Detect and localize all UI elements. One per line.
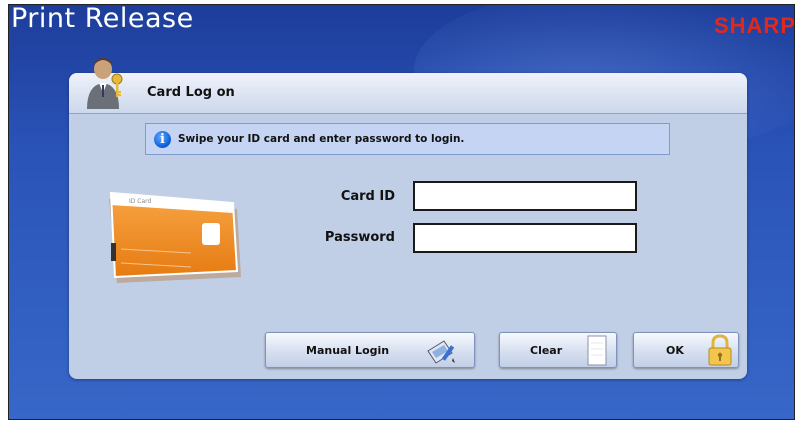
user-key-icon bbox=[87, 58, 123, 109]
info-bar: i Swipe your ID card and enter password … bbox=[145, 123, 670, 155]
card-logon-dialog: Card Log on i Swipe your ID card and ent… bbox=[69, 58, 747, 379]
card-id-label: Card ID bbox=[340, 189, 395, 204]
app-title: Print Release bbox=[11, 4, 194, 34]
info-icon: i bbox=[154, 131, 171, 148]
dialog-header: Card Log on bbox=[69, 58, 747, 114]
ok-button[interactable]: OK bbox=[633, 332, 739, 368]
card-illustration-text: ID Card bbox=[129, 198, 152, 205]
password-label: Password bbox=[324, 230, 395, 245]
clear-label: Clear bbox=[530, 344, 563, 357]
manual-login-button[interactable]: Manual Login bbox=[265, 332, 475, 368]
card-pen-icon bbox=[427, 340, 455, 364]
info-message: Swipe your ID card and enter password to… bbox=[178, 133, 465, 145]
ok-label: OK bbox=[666, 344, 684, 357]
print-release-screen: Print Release SHARP Card Log on i Swipe … bbox=[8, 4, 795, 420]
password-input[interactable] bbox=[413, 223, 637, 253]
clear-button[interactable]: Clear bbox=[499, 332, 617, 368]
card-id-input[interactable] bbox=[413, 181, 637, 211]
padlock-icon bbox=[708, 334, 732, 366]
blank-page-icon bbox=[587, 335, 607, 366]
manual-login-label: Manual Login bbox=[306, 344, 390, 357]
id-card-icon: ID Card bbox=[109, 191, 241, 283]
dialog-title: Card Log on bbox=[147, 85, 235, 100]
brand-logo: SHARP bbox=[713, 13, 795, 38]
